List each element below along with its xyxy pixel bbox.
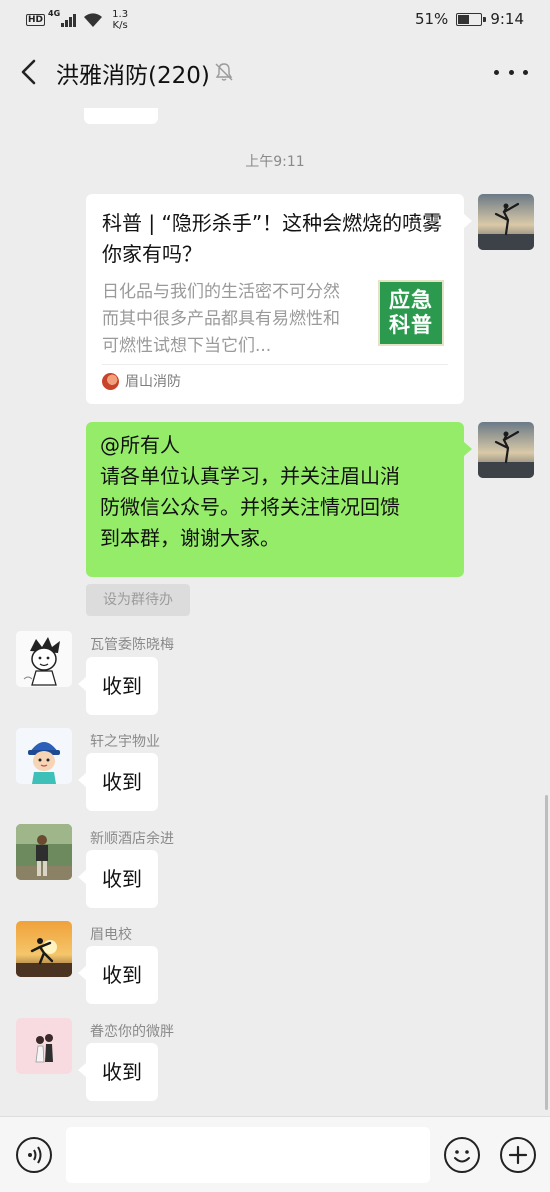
message-line: @所有人	[100, 433, 180, 457]
input-bar	[0, 1116, 550, 1192]
incoming-message-bubble[interactable]: 收到	[78, 946, 158, 1004]
my-message-bubble[interactable]: @所有人 请各单位认真学习，并关注眉山消 防微信公众号。并将关注情况回馈 到本群…	[86, 422, 472, 577]
sender-name: 眷恋你的微胖	[90, 1024, 174, 1040]
sender-avatar[interactable]	[16, 631, 72, 687]
network-speed: 1.3 K/s	[112, 9, 128, 31]
sender-avatar[interactable]	[16, 1018, 72, 1074]
status-left: HD 4G 1.3 K/s	[26, 9, 128, 31]
chat-title: 洪雅消防(220)	[56, 63, 210, 89]
man-outdoor-avatar-icon	[16, 824, 72, 880]
more-button[interactable]	[494, 60, 528, 84]
couple-avatar-icon	[16, 1018, 72, 1074]
chat-header: 洪雅消防(220)	[0, 38, 550, 108]
my-avatar[interactable]	[478, 194, 534, 250]
article-source-name: 眉山消防	[125, 374, 181, 390]
sender-avatar[interactable]	[16, 824, 72, 880]
speed-value: 1.3	[112, 9, 129, 20]
signal-icon	[61, 13, 77, 27]
voice-icon	[28, 1146, 42, 1164]
boy-cap-avatar-icon	[16, 728, 72, 784]
more-dots-icon	[494, 69, 499, 75]
source-logo-icon	[102, 372, 119, 390]
card-divider	[102, 364, 448, 365]
sender-name: 轩之宇物业	[90, 734, 160, 750]
mute-bell-icon	[215, 63, 233, 81]
cartoon-boy-avatar-icon	[16, 631, 72, 687]
hd-badge: HD	[26, 14, 46, 26]
dancer-avatar-icon	[478, 422, 534, 478]
thumbnail-text-2: 科普	[389, 313, 433, 337]
sender-name: 瓦管委陈晓梅	[90, 637, 174, 653]
emoji-icon	[454, 1150, 470, 1163]
message-line: 到本群，谢谢大家。	[100, 526, 280, 550]
back-button[interactable]	[14, 52, 44, 92]
back-arrow-icon	[21, 59, 36, 85]
article-card[interactable]: 科普 | “隐形杀手”！这种会燃烧的喷雾你家有吗？ 日化品与我们的生活密不可分然…	[86, 194, 472, 404]
message-line: 请各单位认真学习，并关注眉山消	[100, 464, 400, 488]
thumbnail-text-1: 应急	[389, 288, 433, 312]
incoming-message-bubble[interactable]: 收到	[78, 850, 158, 908]
incoming-message-bubble[interactable]: 收到	[78, 1043, 158, 1101]
sender-avatar[interactable]	[16, 921, 72, 977]
set-group-todo-button[interactable]: 设为群待办	[86, 584, 190, 616]
speed-unit: K/s	[112, 20, 128, 31]
sender-name: 眉电校	[90, 927, 132, 943]
battery-percent: 51%	[414, 10, 449, 28]
plus-icon	[508, 1145, 528, 1165]
runner-sunset-avatar-icon	[16, 921, 72, 977]
more-functions-button[interactable]	[500, 1137, 536, 1173]
voice-button[interactable]	[16, 1137, 52, 1173]
article-description: 日化品与我们的生活密不可分然而其中很多产品都具有易燃性和可燃性试想下当它们...	[102, 282, 340, 356]
article-source: 眉山消防	[102, 371, 181, 391]
incoming-message-bubble[interactable]: 收到	[78, 657, 158, 715]
sender-name: 新顺酒店余进	[90, 831, 174, 847]
status-time: 9:14	[490, 10, 524, 28]
wifi-icon	[84, 12, 103, 27]
article-title: 科普 | “隐形杀手”！这种会燃烧的喷雾你家有吗？	[102, 211, 443, 266]
my-avatar[interactable]	[478, 422, 534, 478]
status-right: 51% 9:14	[415, 10, 524, 28]
chat-scrollbar[interactable]	[545, 795, 548, 1110]
dancer-avatar-icon	[478, 194, 534, 250]
status-bar: HD 4G 1.3 K/s 51% 9:14	[0, 0, 550, 38]
message-input[interactable]	[66, 1127, 430, 1183]
battery-fill	[458, 14, 470, 24]
incoming-message-bubble[interactable]: 收到	[78, 753, 158, 811]
sender-avatar[interactable]	[16, 728, 72, 784]
battery-icon	[456, 12, 487, 26]
emoji-button[interactable]	[444, 1137, 480, 1173]
chat-area[interactable]: 上午9:11 科普 | “隐形杀手”！这种会燃烧的喷雾你家有吗？ 日化品与我们的…	[0, 108, 550, 1116]
network-type: 4G	[48, 9, 61, 18]
message-timestamp: 上午9:11	[245, 154, 305, 170]
previous-message-bubble[interactable]	[84, 108, 158, 124]
message-line: 防微信公众号。并将关注情况回馈	[100, 495, 400, 519]
article-thumbnail: 应急 科普	[378, 280, 444, 346]
